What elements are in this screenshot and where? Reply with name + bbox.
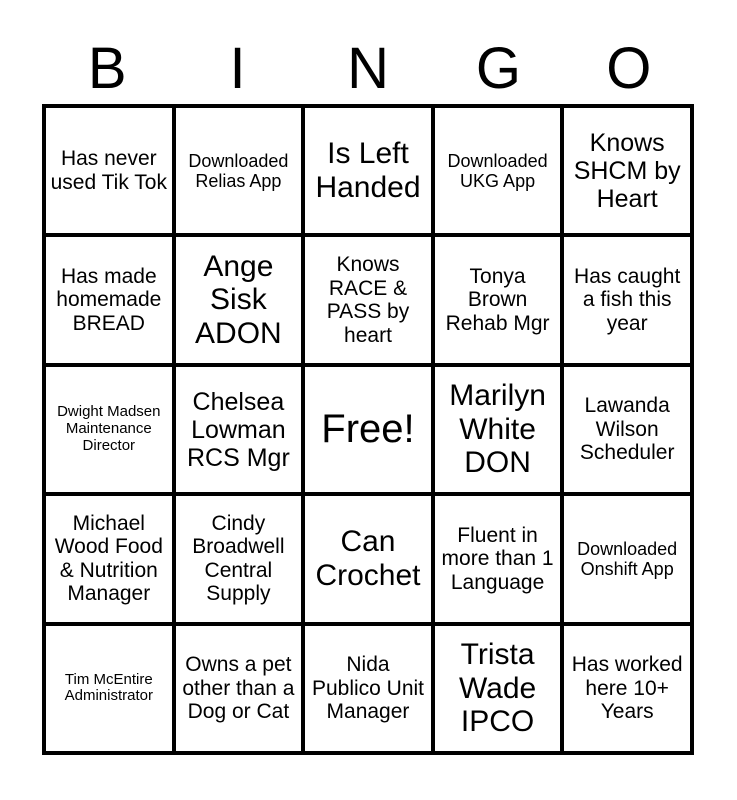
bingo-cell-label: Has never used Tik Tok (50, 147, 167, 194)
bingo-cell-label: Ange Sisk ADON (195, 249, 282, 350)
header-letter-i: I (229, 36, 246, 101)
bingo-cell-b3[interactable]: Dwight Madsen Maintenance Director (46, 366, 176, 497)
bingo-cell-label: Trista Wade IPCO (458, 637, 537, 739)
bingo-cell-g2[interactable]: Tonya Brown Rehab Mgr (434, 237, 565, 367)
bingo-cell-label: Fluent in more than 1 Language (441, 523, 554, 594)
bingo-cell-g5[interactable]: Trista Wade IPCO (434, 625, 565, 756)
header-letter-g: G (475, 36, 521, 101)
bingo-cell-label: Marilyn White DON (449, 379, 546, 480)
bingo-cell-n4[interactable]: Can Crochet (305, 496, 435, 626)
bingo-cell-b1[interactable]: Has never used Tik Tok (46, 108, 176, 238)
bingo-cell-label: Cindy Broadwell Central Supply (192, 511, 285, 606)
bingo-cell-label: Tonya Brown Rehab Mgr (445, 264, 550, 335)
bingo-cell-label: Nida Publico Unit Manager (311, 653, 425, 724)
bingo-grid: Has never used Tik Tok Downloaded Relias… (42, 104, 694, 756)
bingo-cell-label: Knows SHCM by Heart (573, 128, 681, 213)
bingo-row: Tim McEntire Administrator Owns a pet ot… (46, 625, 694, 756)
bingo-cell-o3[interactable]: Lawanda Wilson Scheduler (564, 366, 694, 497)
bingo-cell-i1[interactable]: Downloaded Relias App (175, 108, 306, 238)
bingo-cell-label: Has caught a fish this year (574, 264, 681, 335)
bingo-row: Dwight Madsen Maintenance Director Chels… (46, 366, 694, 497)
bingo-cell-label: Downloaded Relias App (188, 150, 289, 191)
bingo-cell-label: Chelsea Lowman RCS Mgr (186, 387, 290, 472)
bingo-cell-label: Tim McEntire Administrator (64, 670, 153, 705)
bingo-cell-n5[interactable]: Nida Publico Unit Manager (305, 625, 435, 756)
bingo-cell-label: Can Crochet (315, 525, 421, 592)
bingo-cell-label: Has worked here 10+ Years (571, 653, 683, 724)
bingo-cell-label: Knows RACE & PASS by heart (326, 253, 410, 347)
bingo-cell-g1[interactable]: Downloaded UKG App (434, 108, 565, 238)
bingo-cell-b5[interactable]: Tim McEntire Administrator (46, 625, 176, 756)
header-letter-o: O (606, 36, 652, 101)
bingo-cell-n1[interactable]: Is Left Handed (305, 108, 435, 238)
bingo-cell-g3[interactable]: Marilyn White DON (434, 366, 565, 497)
bingo-cell-i4[interactable]: Cindy Broadwell Central Supply (175, 496, 306, 626)
bingo-cell-b4[interactable]: Michael Wood Food & Nutrition Manager (46, 496, 176, 626)
bingo-cell-label: Has made homemade BREAD (56, 264, 162, 335)
bingo-cell-label: Dwight Madsen Maintenance Director (57, 403, 161, 454)
bingo-cell-i2[interactable]: Ange Sisk ADON (175, 237, 306, 367)
bingo-cell-free-space[interactable]: Free! (305, 366, 435, 497)
bingo-row: Has never used Tik Tok Downloaded Relias… (46, 108, 694, 238)
bingo-cell-label: Downloaded Onshift App (577, 538, 678, 579)
free-space-label: Free! (321, 407, 415, 452)
header-letter-n: N (347, 36, 389, 101)
bingo-cell-o4[interactable]: Downloaded Onshift App (564, 496, 694, 626)
bingo-header-letters: B I N G O (42, 28, 694, 100)
bingo-cell-b2[interactable]: Has made homemade BREAD (46, 237, 176, 367)
bingo-cell-i5[interactable]: Owns a pet other than a Dog or Cat (175, 625, 306, 756)
bingo-cell-o5[interactable]: Has worked here 10+ Years (564, 625, 694, 756)
bingo-cell-o2[interactable]: Has caught a fish this year (564, 237, 694, 367)
bingo-row: Has made homemade BREAD Ange Sisk ADON K… (46, 237, 694, 367)
bingo-cell-o1[interactable]: Knows SHCM by Heart (564, 108, 694, 238)
bingo-cell-g4[interactable]: Fluent in more than 1 Language (434, 496, 565, 626)
header-letter-b: B (87, 36, 127, 101)
bingo-cell-n2[interactable]: Knows RACE & PASS by heart (305, 237, 435, 367)
bingo-cell-label: Downloaded UKG App (447, 150, 548, 191)
bingo-cell-i3[interactable]: Chelsea Lowman RCS Mgr (175, 366, 306, 497)
bingo-row: Michael Wood Food & Nutrition Manager Ci… (46, 496, 694, 626)
bingo-cell-label: Lawanda Wilson Scheduler (579, 394, 675, 465)
bingo-card: B I N G O Has never used Tik Tok Downloa… (0, 0, 737, 800)
bingo-cell-label: Owns a pet other than a Dog or Cat (182, 653, 295, 724)
bingo-cell-label: Is Left Handed (315, 137, 421, 204)
bingo-cell-label: Michael Wood Food & Nutrition Manager (54, 511, 163, 606)
